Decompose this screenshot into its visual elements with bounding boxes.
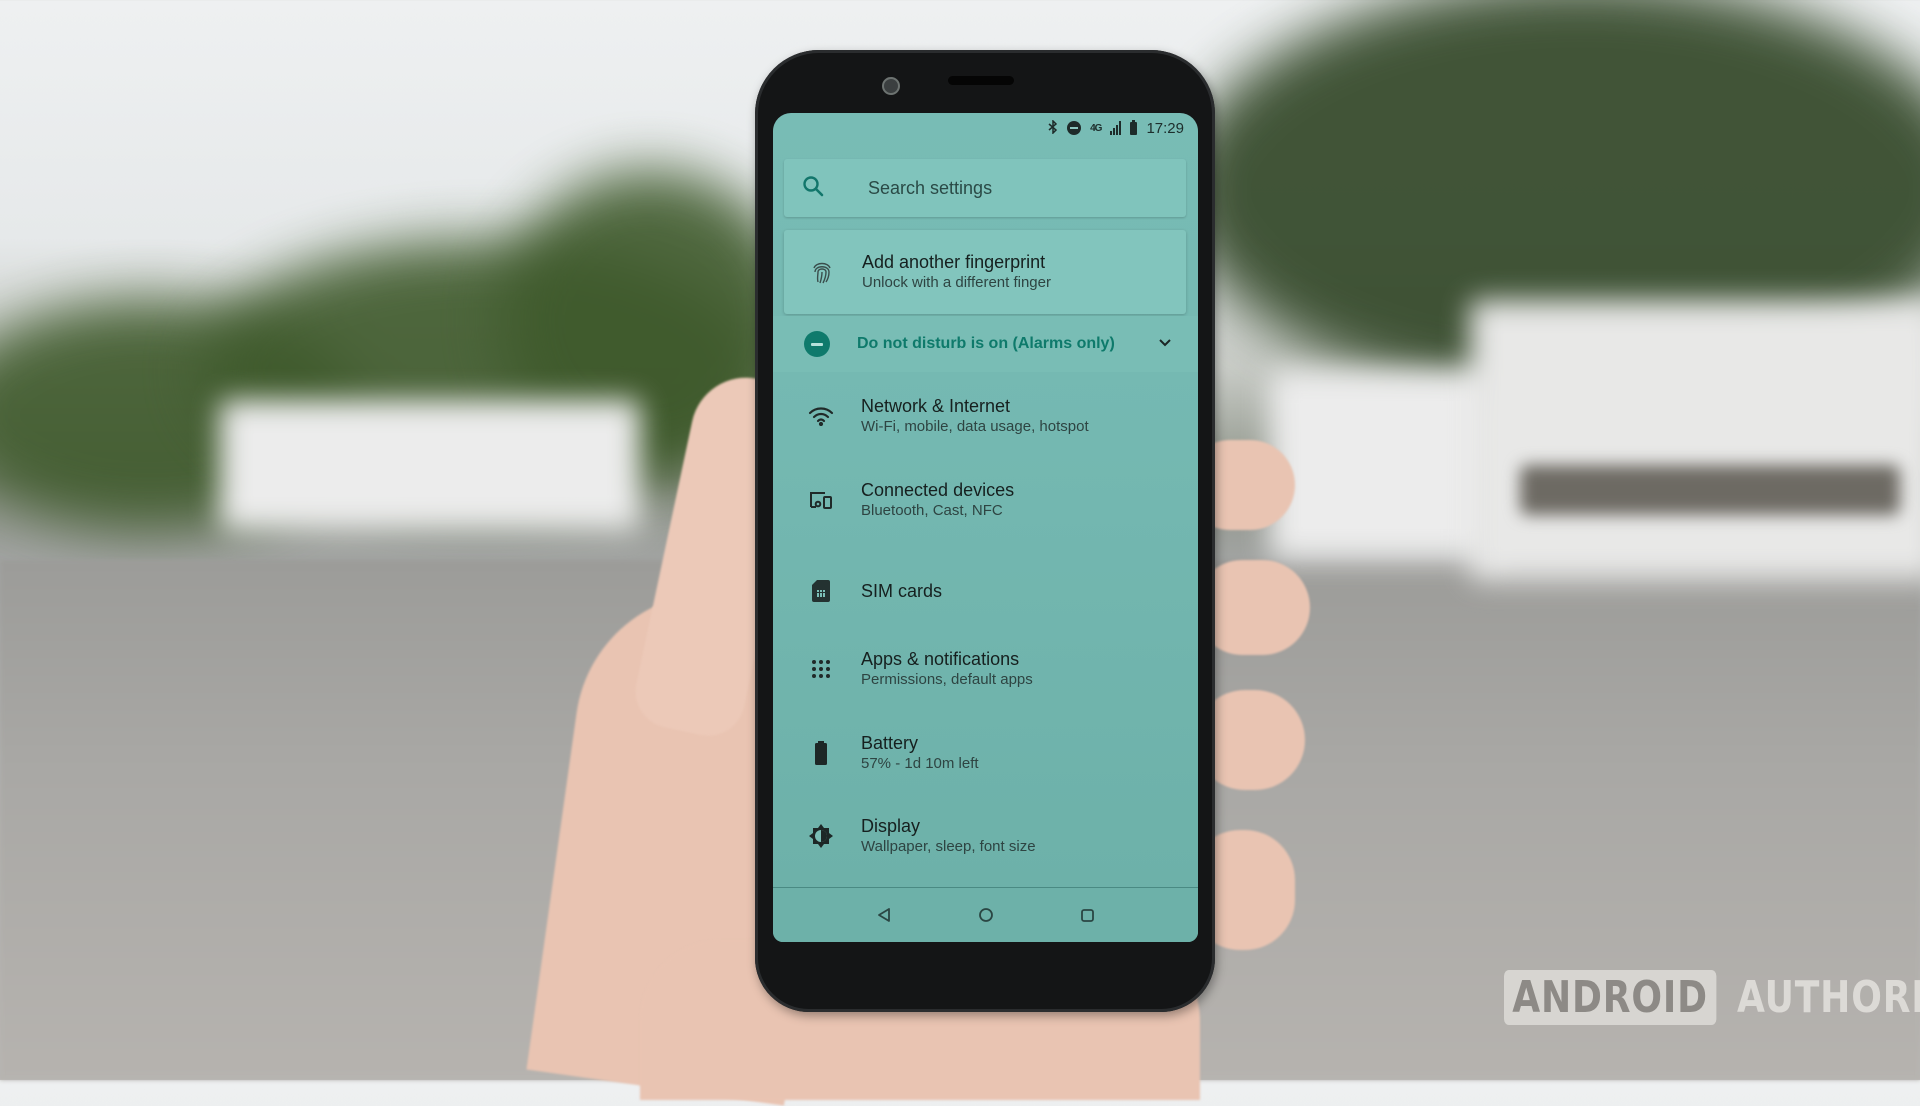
back-icon[interactable] bbox=[876, 907, 892, 923]
settings-item-subtitle: Wi-Fi, mobile, data usage, hotspot bbox=[861, 418, 1089, 435]
chevron-down-icon[interactable] bbox=[1158, 335, 1172, 353]
do-not-disturb-icon bbox=[1067, 121, 1082, 135]
navigation-bar bbox=[773, 887, 1198, 942]
sim-card-icon bbox=[801, 579, 841, 603]
watermark-text: AUTHORITY bbox=[1736, 972, 1920, 1023]
watermark-logo: ANDROID AUTHORITY bbox=[1504, 970, 1920, 1025]
connected-devices-icon bbox=[801, 490, 841, 510]
do-not-disturb-icon bbox=[804, 331, 830, 357]
brightness-icon bbox=[801, 823, 841, 849]
battery-icon bbox=[1130, 119, 1138, 135]
recents-icon[interactable] bbox=[1080, 908, 1095, 923]
search-input[interactable]: Search settings bbox=[868, 178, 992, 199]
lte-icon: 4G bbox=[1090, 122, 1102, 134]
settings-screen: 4G 17:29 Search settings Add another fin… bbox=[773, 113, 1198, 942]
wifi-icon bbox=[801, 406, 841, 426]
settings-item-sim-cards[interactable]: SIM cards bbox=[773, 558, 1198, 624]
earpiece bbox=[948, 76, 1014, 85]
status-bar: 4G 17:29 bbox=[773, 113, 1198, 143]
fingerprint-icon bbox=[802, 259, 842, 285]
settings-item-apps-notifications[interactable]: Apps & notifications Permissions, defaul… bbox=[773, 636, 1198, 702]
settings-item-subtitle: Bluetooth, Cast, NFC bbox=[861, 502, 1003, 519]
front-camera bbox=[882, 77, 900, 95]
settings-item-title: SIM cards bbox=[861, 581, 943, 601]
phone: 4G 17:29 Search settings Add another fin… bbox=[755, 50, 1215, 1012]
clock: 17:29 bbox=[1146, 119, 1184, 137]
settings-item-battery[interactable]: Battery 57% - 1d 10m left bbox=[773, 720, 1198, 786]
search-settings-bar[interactable]: Search settings bbox=[784, 159, 1186, 217]
battery-icon bbox=[801, 740, 841, 766]
settings-item-subtitle: 57% - 1d 10m left bbox=[861, 755, 979, 772]
suggestion-title: Add another fingerprint bbox=[862, 252, 1046, 272]
settings-item-connected-devices[interactable]: Connected devices Bluetooth, Cast, NFC bbox=[773, 467, 1198, 533]
settings-item-title: Apps & notifications bbox=[861, 649, 1020, 669]
apps-grid-icon bbox=[801, 659, 841, 679]
dnd-banner-text: Do not disturb is on (Alarms only) bbox=[857, 335, 1115, 352]
settings-item-subtitle: Permissions, default apps bbox=[861, 671, 1033, 688]
settings-item-title: Display bbox=[861, 816, 921, 836]
search-icon bbox=[802, 175, 844, 202]
suggestion-card-fingerprint[interactable]: Add another fingerprint Unlock with a di… bbox=[784, 230, 1186, 314]
settings-item-title: Network & Internet bbox=[861, 396, 1011, 416]
bluetooth-icon bbox=[1048, 119, 1058, 136]
settings-item-title: Battery bbox=[861, 733, 919, 753]
suggestion-subtitle: Unlock with a different finger bbox=[862, 274, 1051, 291]
dnd-condition-banner[interactable]: Do not disturb is on (Alarms only) bbox=[773, 316, 1198, 372]
settings-item-network[interactable]: Network & Internet Wi-Fi, mobile, data u… bbox=[773, 383, 1198, 449]
signal-icon bbox=[1110, 121, 1122, 135]
settings-item-title: Connected devices bbox=[861, 480, 1015, 500]
home-icon[interactable] bbox=[978, 907, 994, 923]
settings-item-display[interactable]: Display Wallpaper, sleep, font size bbox=[773, 803, 1198, 869]
watermark-boxed-text: ANDROID bbox=[1504, 970, 1717, 1025]
settings-item-subtitle: Wallpaper, sleep, font size bbox=[861, 838, 1036, 855]
